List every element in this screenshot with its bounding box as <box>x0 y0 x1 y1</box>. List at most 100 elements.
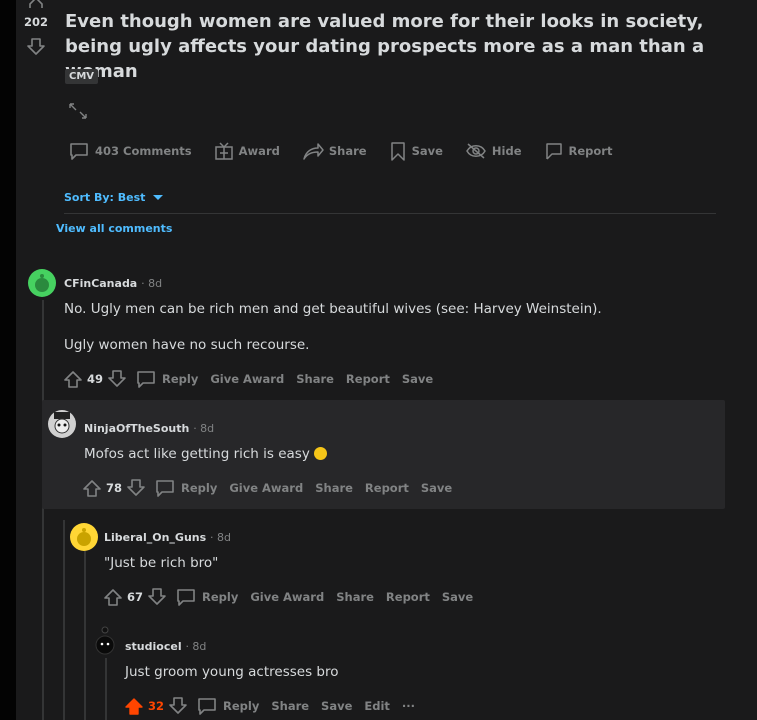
hide-button[interactable]: Hide <box>465 141 522 161</box>
bookmark-icon <box>390 142 405 161</box>
share-label: Share <box>328 144 367 158</box>
share-icon <box>303 143 324 160</box>
hide-eye-icon <box>466 143 486 159</box>
upvote-icon[interactable] <box>63 369 83 389</box>
author-name[interactable]: CFinCanada <box>64 277 137 290</box>
thread-line-3[interactable] <box>84 548 86 720</box>
comment-author[interactable]: studiocel · 8d <box>125 640 206 653</box>
timestamp[interactable]: · 8d <box>210 531 231 544</box>
comment-icon <box>70 143 88 160</box>
downvote-icon[interactable] <box>107 369 127 389</box>
reply-icon[interactable] <box>135 369 157 389</box>
upvote-icon[interactable] <box>82 478 102 498</box>
edit-button[interactable]: Edit <box>364 699 390 713</box>
expand-icon[interactable] <box>68 102 90 122</box>
reply-icon[interactable] <box>154 478 176 498</box>
hide-label: Hide <box>491 144 522 158</box>
reply-button[interactable]: Reply <box>223 699 259 713</box>
share-button[interactable]: Share <box>271 699 309 713</box>
comment-actions: 49 Reply Give Award Share Report Save <box>63 369 445 389</box>
thread-line-2[interactable] <box>63 520 65 720</box>
report-button[interactable]: Report <box>386 590 430 604</box>
comment-actions: 78 Reply Give Award Share Report Save <box>82 478 464 498</box>
avatar[interactable] <box>91 625 119 659</box>
snoo-icon <box>77 528 91 546</box>
comment-text: Just groom young actresses bro <box>125 664 339 680</box>
save-button[interactable]: Save <box>442 590 473 604</box>
downvote-icon[interactable] <box>126 478 146 498</box>
post-actions-bar: 403 Comments Award Share Save Hide Repor… <box>68 141 634 161</box>
give-award-button[interactable]: Give Award <box>210 372 284 386</box>
share-button[interactable]: Share <box>296 372 334 386</box>
comment-text: No. Ugly men can be rich men and get bea… <box>64 301 602 317</box>
thread-line-1[interactable] <box>42 300 44 720</box>
timestamp[interactable]: · 8d <box>141 277 162 290</box>
report-button[interactable]: Report <box>346 372 390 386</box>
comments-button[interactable]: 403 Comments <box>68 141 192 161</box>
reply-icon[interactable] <box>196 696 218 716</box>
snoo-icon <box>54 412 70 434</box>
save-label: Save <box>411 144 443 158</box>
gift-icon <box>214 142 233 160</box>
downvote-icon[interactable] <box>147 587 167 607</box>
reply-button[interactable]: Reply <box>162 372 198 386</box>
sort-label: Sort By: Best <box>64 191 146 204</box>
thread-line-4[interactable] <box>105 658 107 720</box>
report-button[interactable]: Report <box>544 141 613 161</box>
downvote-icon[interactable] <box>168 696 188 716</box>
share-button[interactable]: Share <box>315 481 353 495</box>
share-button[interactable]: Share <box>336 590 374 604</box>
award-label: Award <box>238 144 280 158</box>
avatar[interactable] <box>70 523 98 551</box>
comments-label: 403 Comments <box>95 144 192 158</box>
caret-down-icon <box>153 195 164 200</box>
comment-actions: 67 Reply Give Award Share Report Save <box>103 587 485 607</box>
downvote-icon[interactable] <box>26 37 46 57</box>
author-name[interactable]: studiocel <box>125 640 182 653</box>
save-button[interactable]: Save <box>421 481 452 495</box>
post-flair[interactable]: CMV <box>65 69 99 84</box>
save-button[interactable]: Save <box>321 699 352 713</box>
author-name[interactable]: NinjaOfTheSouth <box>84 422 189 435</box>
vote-count: 32 <box>148 699 165 713</box>
snoo-icon <box>95 626 115 655</box>
vote-count: 67 <box>127 590 144 604</box>
vote-count: 49 <box>87 372 104 386</box>
timestamp[interactable]: · 8d <box>185 640 206 653</box>
snoo-icon <box>35 274 49 292</box>
reply-icon[interactable] <box>175 587 197 607</box>
share-button[interactable]: Share <box>302 141 367 161</box>
report-button[interactable]: Report <box>365 481 409 495</box>
more-options-icon[interactable]: ··· <box>402 699 415 713</box>
comment-text: "Just be rich bro" <box>104 555 219 571</box>
avatar[interactable] <box>48 410 76 438</box>
upvote-icon[interactable] <box>103 587 123 607</box>
flag-icon <box>545 143 562 160</box>
give-award-button[interactable]: Give Award <box>229 481 303 495</box>
avatar[interactable] <box>28 269 56 297</box>
sort-dropdown[interactable]: Sort By: Best <box>64 191 164 204</box>
author-name[interactable]: Liberal_On_Guns <box>104 531 206 544</box>
reply-button[interactable]: Reply <box>181 481 217 495</box>
reply-button[interactable]: Reply <box>202 590 238 604</box>
upvote-active-icon[interactable] <box>124 696 144 716</box>
give-award-button[interactable]: Give Award <box>250 590 324 604</box>
save-button[interactable]: Save <box>389 141 443 161</box>
comment-actions: 32 Reply Share Save Edit ··· <box>124 696 427 716</box>
comment-text: Mofos act like getting rich is easy <box>84 446 328 462</box>
view-all-comments-link[interactable]: View all comments <box>56 222 172 235</box>
save-button[interactable]: Save <box>402 372 433 386</box>
comment-author[interactable]: NinjaOfTheSouth · 8d <box>84 422 214 435</box>
report-label: Report <box>568 144 613 158</box>
timestamp[interactable]: · 8d <box>193 422 214 435</box>
divider <box>64 213 716 214</box>
comment-author[interactable]: Liberal_On_Guns · 8d <box>104 531 231 544</box>
comment-body: Mofos act like getting rich is easy <box>84 446 310 462</box>
post-score: 202 <box>24 15 49 29</box>
award-button[interactable]: Award <box>214 141 280 161</box>
rofl-emoji-icon <box>314 447 328 460</box>
upvote-icon[interactable] <box>26 0 46 8</box>
comment-author[interactable]: CFinCanada · 8d <box>64 277 162 290</box>
post-title[interactable]: Even though women are valued more for th… <box>65 9 745 84</box>
vote-count: 78 <box>106 481 123 495</box>
